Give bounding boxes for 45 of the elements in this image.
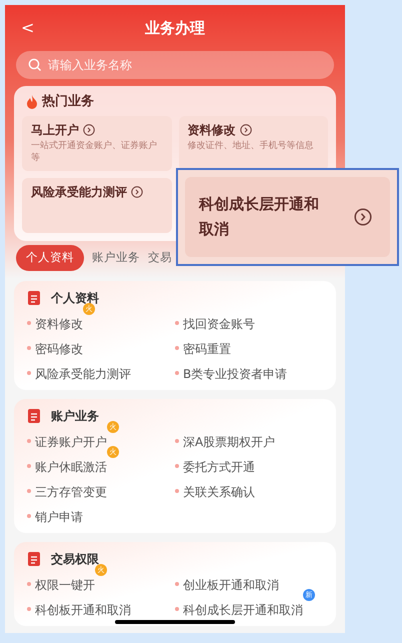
chevron-circle-icon [240, 124, 252, 136]
service-link[interactable]: 密码修改 [35, 342, 83, 356]
chevron-circle-icon [83, 124, 95, 136]
chevron-circle-icon [131, 186, 143, 198]
page-title: 业务办理 [144, 18, 206, 39]
service-link[interactable]: B类专业投资者申请 [183, 367, 288, 381]
search-icon [28, 58, 42, 72]
service-link[interactable]: 证券账户开户 [35, 435, 107, 449]
document-icon [27, 550, 41, 566]
service-link[interactable]: 创业板开通和取消 [183, 578, 279, 592]
service-link[interactable]: 密码重置 [183, 342, 231, 356]
service-link[interactable]: 账户休眠激活 [35, 460, 107, 474]
section-title: 交易权限 [51, 550, 99, 566]
hot-card[interactable]: 风险承受能力测评 [22, 178, 172, 232]
service-link[interactable]: 三方存管变更 [35, 485, 107, 499]
service-link[interactable]: 资料修改 [35, 317, 83, 331]
service-link[interactable]: 风险承受能力测评 [35, 367, 131, 381]
document-icon [27, 290, 41, 306]
flame-icon [26, 94, 38, 109]
card-description: 修改证件、地址、手机号等信息 [188, 140, 314, 152]
service-link[interactable]: 深A股票期权开户 [183, 435, 276, 449]
hot-title: 热门业务 [42, 92, 94, 111]
card-description: 一站式开通资金账户、证券账户等 [31, 140, 158, 164]
section-title: 账户业务 [51, 408, 99, 424]
chevron-circle-icon [354, 208, 372, 226]
card-title: 资料修改 [188, 122, 236, 138]
category-tab[interactable]: 交易 [148, 244, 172, 270]
card-title: 风险承受能力测评 [31, 184, 127, 200]
section-title: 个人资料 [51, 290, 99, 305]
callout-title: 科创成长层开通和取消 [199, 194, 320, 240]
hot-card[interactable]: 马上开户 一站式开通资金账户、证券账户等 [22, 116, 172, 170]
card-title: 马上开户 [31, 122, 79, 138]
service-link[interactable]: 科创成长层开通和取消 [183, 603, 303, 617]
category-tab[interactable]: 个人资料 [16, 244, 84, 270]
hot-card[interactable]: 资料修改 修改证件、地址、手机号等信息 [178, 116, 328, 170]
callout-card[interactable]: 科创成长层开通和取消 [185, 177, 390, 257]
document-icon [27, 408, 41, 424]
service-link[interactable]: 科创板开通和取消 [35, 603, 131, 617]
service-link[interactable]: 找回资金账号 [183, 317, 255, 331]
back-button[interactable]: < [21, 16, 45, 40]
service-link[interactable]: 权限一键开 [35, 578, 95, 592]
service-link[interactable]: 委托方式开通 [183, 460, 255, 474]
service-link[interactable]: 关联关系确认 [183, 485, 255, 499]
service-link[interactable]: 销户申请 [35, 510, 83, 524]
category-tab[interactable]: 账户业务 [92, 244, 140, 270]
